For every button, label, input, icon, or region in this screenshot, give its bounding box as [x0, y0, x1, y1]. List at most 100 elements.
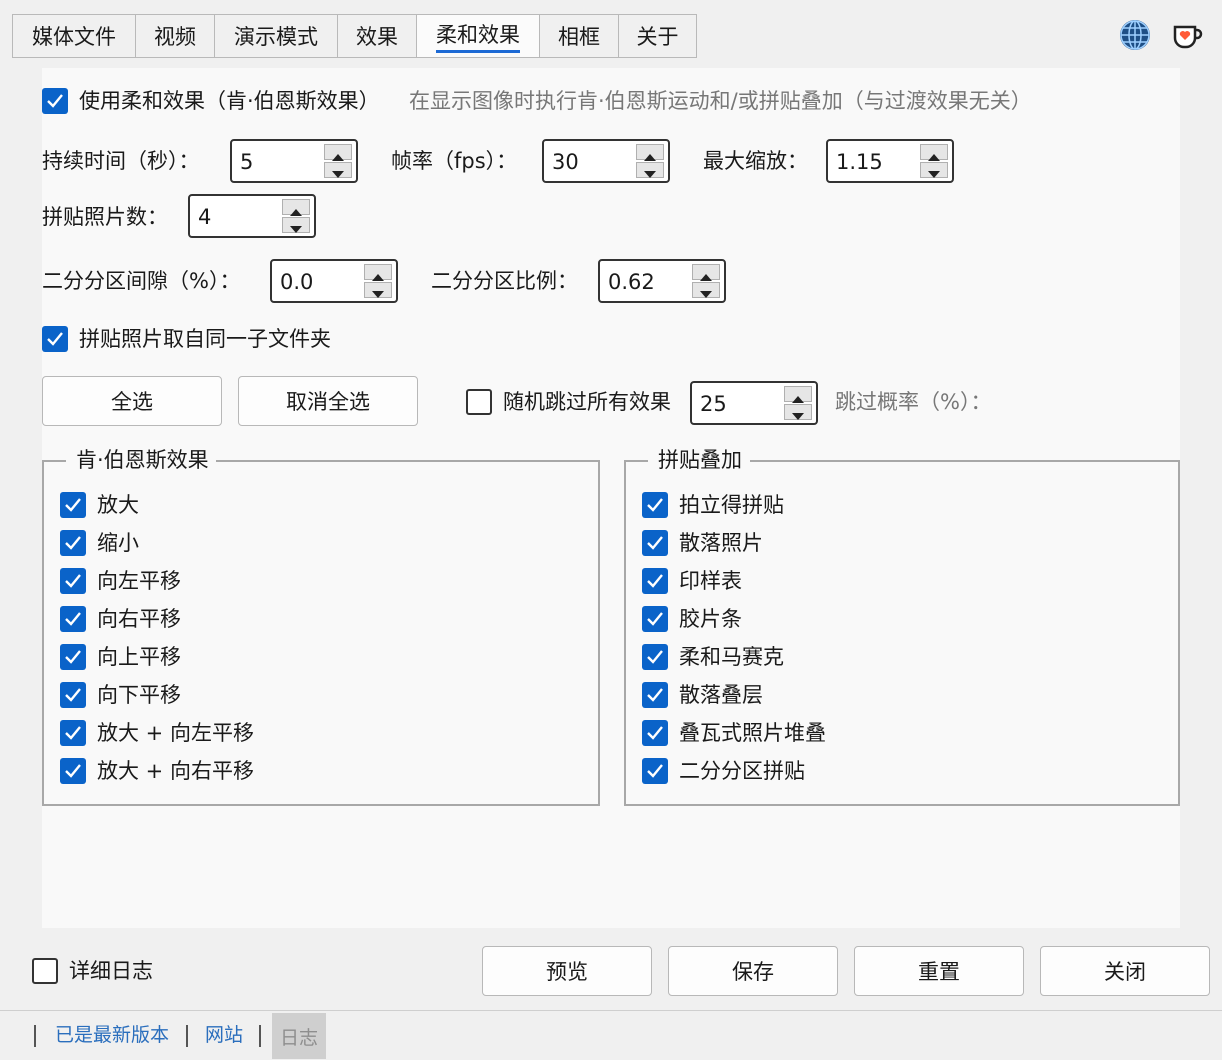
use-soft-effects-hint: 在显示图像时执行肯·伯恩斯运动和/或拼贴叠加（与过渡效果无关）: [409, 89, 1032, 113]
tab-about[interactable]: 关于: [618, 14, 697, 58]
collage-count-spinbox[interactable]: 4: [188, 194, 316, 238]
verbose-log-checkbox[interactable]: [32, 958, 58, 984]
same-subfolder-label: 拼贴照片取自同一子文件夹: [79, 327, 331, 351]
website-link[interactable]: 网站: [205, 1023, 243, 1047]
ken-burns-item-checkbox[interactable]: [60, 568, 86, 594]
separator: [34, 1025, 36, 1047]
fps-label: 帧率（fps）：: [391, 149, 518, 173]
ken-burns-title: 肯·伯恩斯效果: [72, 447, 213, 473]
tab-frames[interactable]: 相框: [539, 14, 618, 58]
same-subfolder-checkbox[interactable]: [42, 326, 68, 352]
log-button[interactable]: 日志: [272, 1013, 326, 1059]
collage-item-checkbox[interactable]: [642, 682, 668, 708]
use-soft-effects-checkbox[interactable]: [42, 88, 68, 114]
collage-item-label: 拍立得拼贴: [679, 493, 784, 517]
duration-value: 5: [240, 150, 254, 174]
ken-burns-item-label: 放大 + 向左平移: [97, 721, 254, 745]
fps-spinbox[interactable]: 30: [542, 139, 670, 183]
spin-up-arrow-icon[interactable]: [692, 264, 720, 281]
collage-item-label: 柔和马赛克: [679, 645, 784, 669]
globe-icon[interactable]: [1118, 18, 1152, 52]
duration-spinbox[interactable]: 5: [230, 139, 358, 183]
spin-down-arrow-icon[interactable]: [920, 162, 948, 178]
collage-item-checkbox[interactable]: [642, 758, 668, 784]
collage-item-checkbox[interactable]: [642, 606, 668, 632]
split-ratio-label: 二分分区比例：: [431, 269, 578, 293]
collage-item-checkbox[interactable]: [642, 492, 668, 518]
random-skip-checkbox[interactable]: [466, 389, 492, 415]
spin-down-arrow-icon[interactable]: [282, 217, 310, 233]
tab-presentation-mode[interactable]: 演示模式: [214, 14, 337, 58]
collage-item-label: 散落叠层: [679, 683, 763, 707]
collage-item-checkbox[interactable]: [642, 720, 668, 746]
tab-label: 媒体文件: [32, 25, 116, 49]
split-gap-spinbox[interactable]: 0.0: [270, 259, 398, 303]
tab-effects[interactable]: 效果: [337, 14, 416, 58]
tab-label: 相框: [558, 25, 600, 49]
tab-media-files[interactable]: 媒体文件: [12, 14, 135, 58]
random-skip-label: 随机跳过所有效果: [503, 390, 671, 414]
group-border: [750, 460, 1178, 462]
tab-label: 关于: [636, 25, 679, 49]
ken-burns-item-label: 缩小: [97, 531, 139, 555]
ken-burns-item-checkbox[interactable]: [60, 644, 86, 670]
save-button[interactable]: 保存: [668, 946, 838, 996]
max-zoom-value: 1.15: [836, 150, 883, 174]
split-ratio-spinbox[interactable]: 0.62: [598, 259, 726, 303]
reset-button[interactable]: 重置: [854, 946, 1024, 996]
spin-up-arrow-icon[interactable]: [364, 264, 392, 281]
ken-burns-item-label: 向上平移: [97, 645, 181, 669]
ken-burns-item-checkbox[interactable]: [60, 682, 86, 708]
latest-version-link[interactable]: 已是最新版本: [55, 1023, 169, 1047]
spin-up-arrow-icon[interactable]: [282, 199, 310, 216]
collage-item-checkbox[interactable]: [642, 530, 668, 556]
separator: [259, 1025, 261, 1047]
max-zoom-label: 最大缩放：: [703, 149, 808, 173]
close-button[interactable]: 关闭: [1040, 946, 1210, 996]
ken-burns-item-label: 向下平移: [97, 683, 181, 707]
collage-item-checkbox[interactable]: [642, 644, 668, 670]
tab-bar: 媒体文件 视频 演示模式 效果 柔和效果 相框 关于: [12, 14, 697, 58]
tab-label: 柔和效果: [436, 19, 520, 53]
spin-up-arrow-icon[interactable]: [784, 386, 812, 403]
tab-label: 视频: [154, 25, 196, 49]
tab-label: 效果: [356, 25, 398, 49]
preview-button[interactable]: 预览: [482, 946, 652, 996]
max-zoom-spinbox[interactable]: 1.15: [826, 139, 954, 183]
ken-burns-item-checkbox[interactable]: [60, 606, 86, 632]
fps-value: 30: [552, 150, 579, 174]
coffee-cup-heart-icon[interactable]: [1170, 18, 1204, 52]
spin-down-arrow-icon[interactable]: [636, 162, 664, 178]
collage-item-label: 叠瓦式照片堆叠: [679, 721, 826, 745]
collage-item-checkbox[interactable]: [642, 568, 668, 594]
spin-down-arrow-icon[interactable]: [364, 282, 392, 298]
deselect-all-button[interactable]: 取消全选: [238, 376, 418, 426]
select-all-button[interactable]: 全选: [42, 376, 222, 426]
collage-title: 拼贴叠加: [654, 447, 746, 473]
spin-up-arrow-icon[interactable]: [324, 144, 352, 161]
spin-up-arrow-icon[interactable]: [636, 144, 664, 161]
spin-up-arrow-icon[interactable]: [920, 144, 948, 161]
spin-down-arrow-icon[interactable]: [324, 162, 352, 178]
group-border: [44, 460, 66, 462]
skip-probability-spinbox[interactable]: 25: [690, 381, 818, 425]
ken-burns-item-checkbox[interactable]: [60, 530, 86, 556]
spin-down-arrow-icon[interactable]: [692, 282, 720, 298]
tab-soft-effects[interactable]: 柔和效果: [416, 14, 539, 58]
use-soft-effects-label: 使用柔和效果（肯·伯恩斯效果）: [79, 89, 380, 113]
ken-burns-item-checkbox[interactable]: [60, 758, 86, 784]
duration-label: 持续时间（秒）：: [42, 149, 200, 173]
tab-label: 演示模式: [234, 25, 318, 49]
ken-burns-item-checkbox[interactable]: [60, 720, 86, 746]
skip-probability-label: 跳过概率（%）：: [835, 390, 992, 414]
ken-burns-item-label: 向右平移: [97, 607, 181, 631]
skip-probability-value: 25: [700, 392, 727, 416]
spin-down-arrow-icon[interactable]: [784, 404, 812, 420]
tab-video[interactable]: 视频: [135, 14, 214, 58]
ken-burns-item-label: 向左平移: [97, 569, 181, 593]
ken-burns-item-checkbox[interactable]: [60, 492, 86, 518]
split-gap-label: 二分分区间隙（%）：: [42, 269, 241, 293]
status-bar: 已是最新版本 网站 日志: [0, 1010, 1222, 1060]
group-border: [216, 460, 598, 462]
ken-burns-item-label: 放大: [97, 493, 139, 517]
